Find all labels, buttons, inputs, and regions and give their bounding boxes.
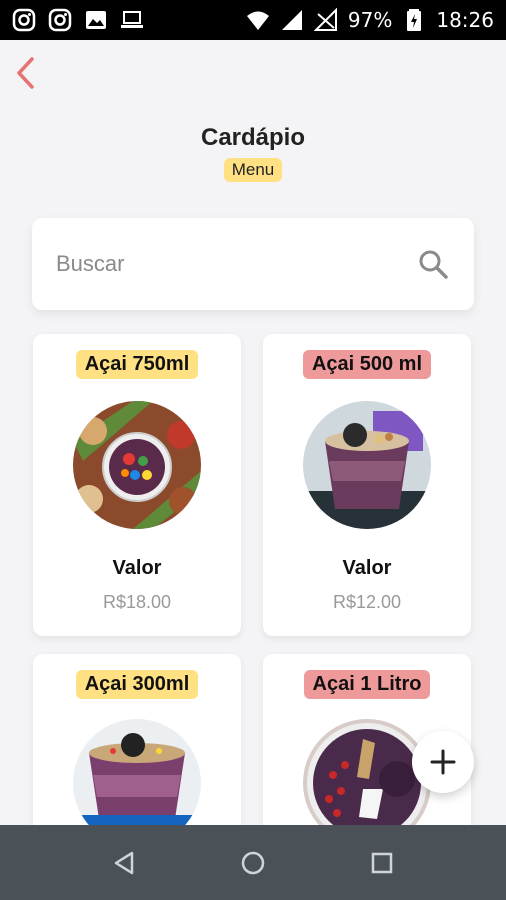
search-input[interactable] <box>56 251 416 277</box>
wifi-icon <box>246 8 270 32</box>
clock: 18:26 <box>436 8 494 32</box>
system-nav-bar <box>0 825 506 900</box>
product-name-badge: Açai 1 Litro <box>303 670 431 699</box>
product-price-label: Valor <box>112 557 162 579</box>
product-card[interactable]: Açai 500 ml Valor R$12.00 <box>263 334 471 636</box>
product-name-badge: Açai 750ml <box>75 350 199 379</box>
product-name-badge: Açai 500 ml <box>302 350 432 379</box>
product-image <box>303 401 431 529</box>
signal-icon <box>280 8 304 32</box>
product-card[interactable]: Açai 750ml Valor R$18.00 <box>33 334 241 636</box>
signal-off-icon <box>313 8 338 32</box>
square-recents-icon <box>371 852 392 873</box>
chevron-left-icon <box>17 57 34 89</box>
page-subtitle-badge: Menu <box>223 158 283 182</box>
add-button[interactable] <box>412 731 474 793</box>
triangle-back-icon <box>115 851 134 874</box>
laptop-icon <box>120 8 144 32</box>
product-name-badge: Açai 300ml <box>75 670 199 699</box>
nav-home-button[interactable] <box>231 841 275 885</box>
search-bar <box>32 218 474 310</box>
page-title: Cardápio <box>200 124 305 151</box>
product-price-label: Valor <box>342 557 392 579</box>
search-icon[interactable] <box>416 247 450 281</box>
nav-back-button[interactable] <box>102 841 146 885</box>
product-image <box>73 401 201 529</box>
instagram-icon <box>48 8 72 32</box>
circle-home-icon <box>241 851 265 874</box>
plus-icon <box>430 749 456 775</box>
instagram-icon <box>12 8 36 32</box>
battery-percentage: 97% <box>347 8 393 32</box>
product-price: R$18.00 <box>102 592 172 612</box>
nav-recents-button[interactable] <box>360 841 404 885</box>
product-card[interactable]: Açai 300ml <box>33 654 241 854</box>
product-price: R$12.00 <box>332 592 402 612</box>
image-icon <box>84 8 108 32</box>
battery-icon <box>402 8 426 32</box>
status-bar: 97% 18:26 <box>0 0 506 40</box>
back-button[interactable] <box>8 52 42 94</box>
